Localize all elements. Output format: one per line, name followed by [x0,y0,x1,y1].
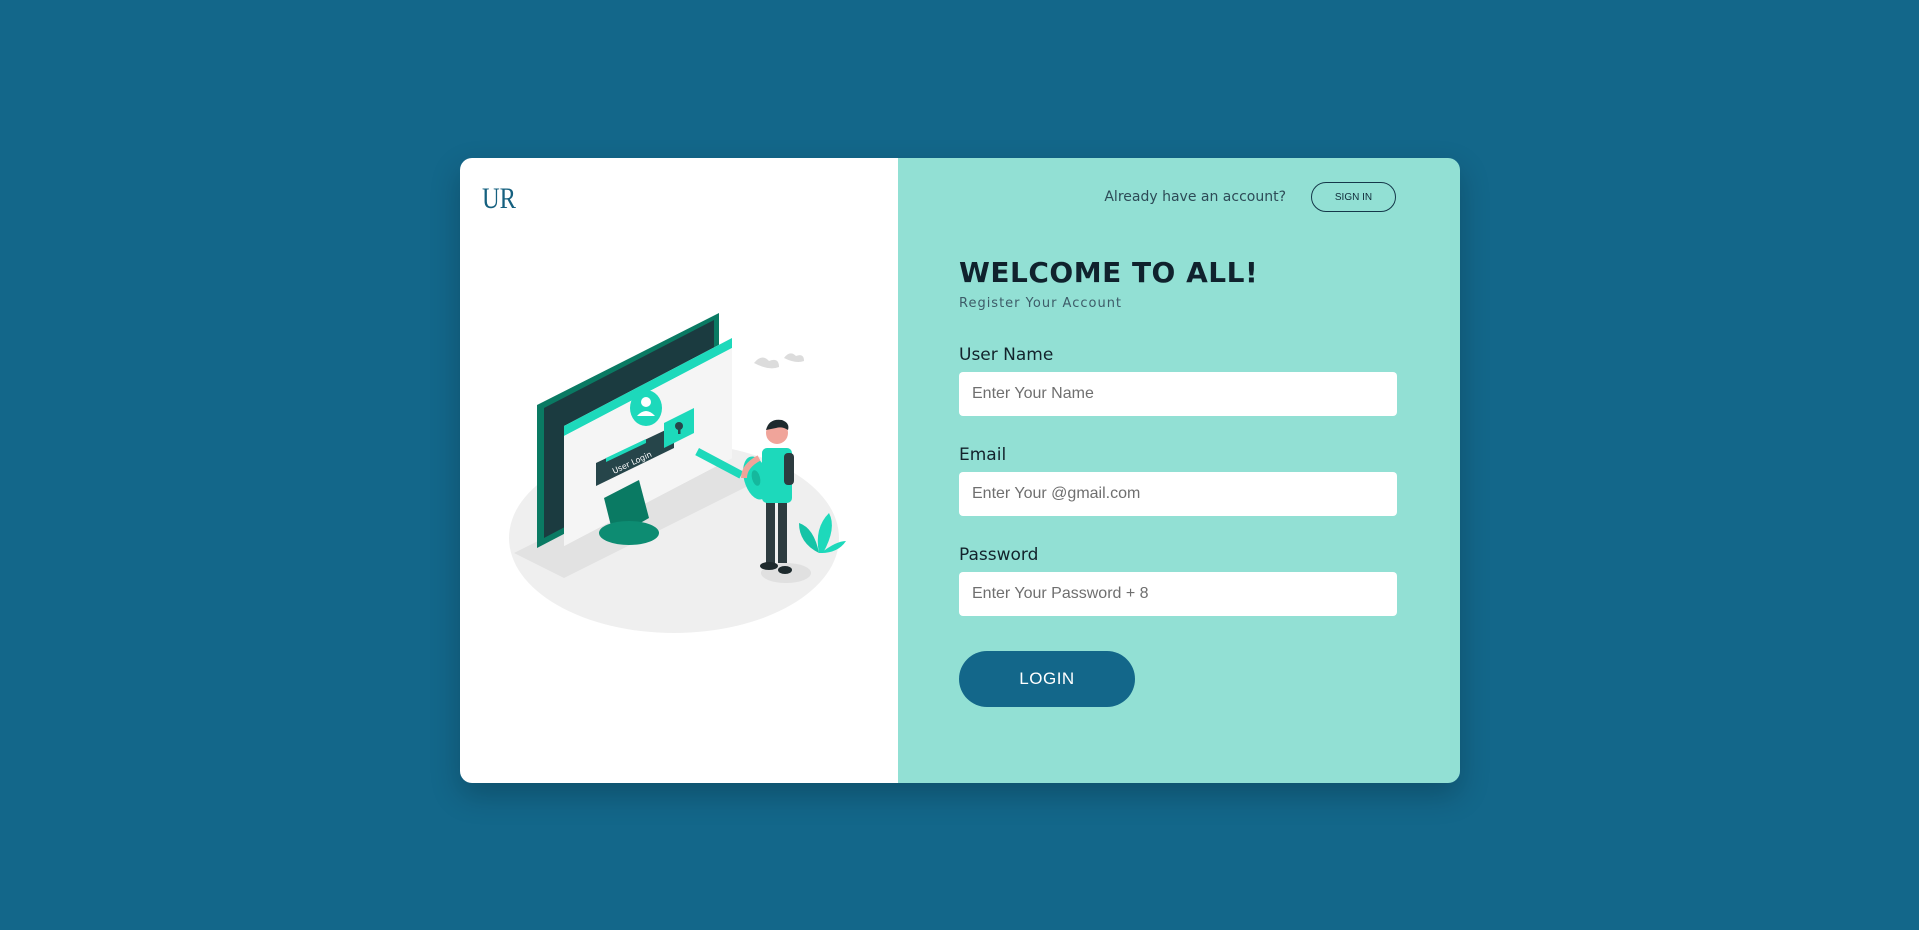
email-label: Email [959,445,1007,465]
email-input[interactable] [959,472,1397,516]
auth-card: UR User Login Already have an account? S… [460,158,1460,783]
password-field-group: Password [959,545,1397,616]
login-button[interactable]: LOGIN [959,651,1135,707]
brand-logo-text: UR [482,182,516,215]
page-title: WELCOME TO ALL! [959,256,1259,289]
brand-logo-icon: UR [482,182,516,215]
form-panel: Already have an account? SIGN IN WELCOME… [898,158,1460,783]
username-field-group: User Name [959,345,1397,416]
username-label: User Name [959,345,1054,365]
password-label: Password [959,545,1039,565]
already-have-account-text: Already have an account? [1104,189,1286,205]
username-input[interactable] [959,372,1397,416]
account-prompt-bar: Already have an account? SIGN IN [1104,182,1396,212]
illustration-panel: UR User Login [460,158,898,783]
register-form: WELCOME TO ALL! Register Your Account Us… [959,255,1397,707]
email-field-group: Email [959,445,1397,516]
page-subtitle: Register Your Account [959,296,1123,311]
login-illustration: User Login [509,313,846,633]
sign-in-button[interactable]: SIGN IN [1311,182,1396,212]
password-input[interactable] [959,572,1397,616]
